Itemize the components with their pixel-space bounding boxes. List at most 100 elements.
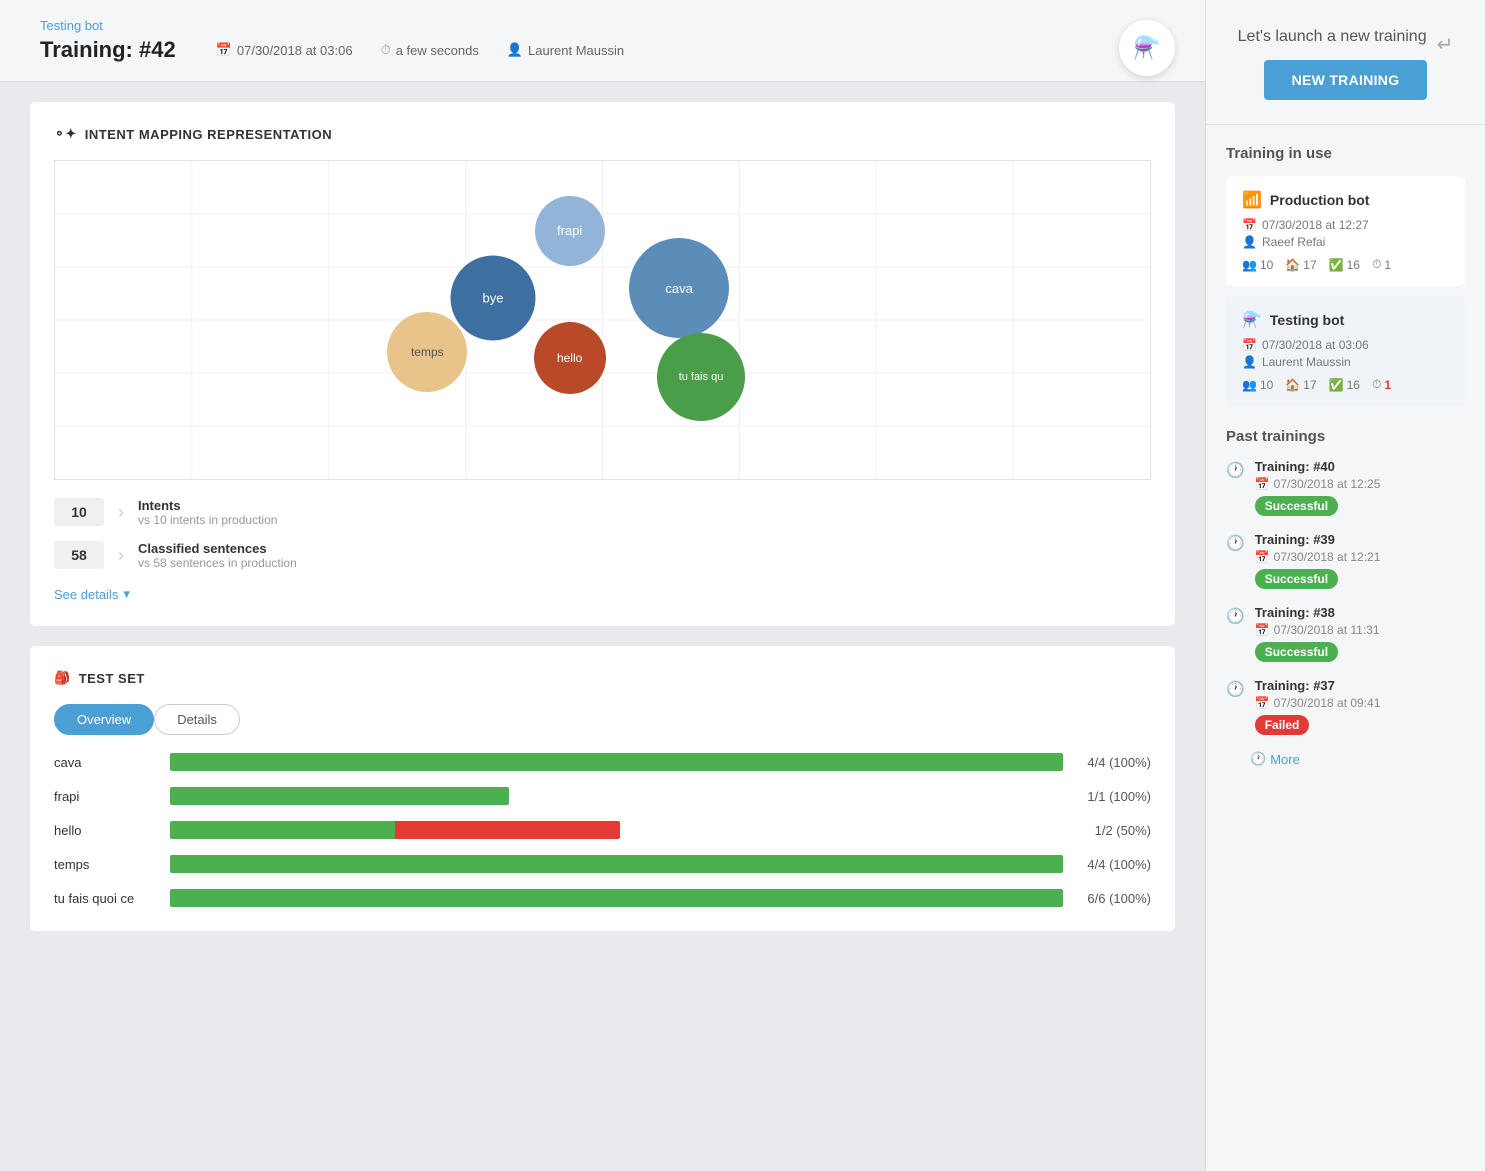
test-set-card: 🎒 TEST SET Overview Details cava 4/4 (10… (30, 646, 1175, 931)
past-trainings-title: Past trainings (1226, 428, 1465, 445)
intent-mapping-title: ⚬✦ INTENT MAPPING REPRESENTATION (54, 126, 1151, 142)
bubble-hello: hello (534, 322, 606, 394)
tab-details[interactable]: Details (154, 704, 240, 735)
prod-stat-home: 🏠 17 (1285, 257, 1316, 272)
test-score-cava: 4/4 (100%) (1087, 755, 1151, 770)
cal-icon-39: 📅 (1255, 550, 1270, 564)
test-label-frapi: frapi (54, 789, 154, 804)
test-stat-clock: ⏱ 1 (1372, 377, 1391, 392)
test-date-row: 📅 07/30/2018 at 03:06 (1242, 338, 1449, 352)
bubble-bye: bye (451, 255, 536, 340)
past-item-39: 🕐 Training: #39 📅 07/30/2018 at 12:21 Su… (1226, 532, 1465, 589)
cal-icon-37: 📅 (1255, 696, 1270, 710)
training-card-production: 📶 Production bot 📅 07/30/2018 at 12:27 👤… (1226, 176, 1465, 286)
test-row-temps: temps 4/4 (100%) (54, 855, 1151, 873)
new-training-button[interactable]: NEW TRAINING (1264, 60, 1428, 100)
past-name-40: Training: #40 (1255, 459, 1381, 474)
badge-39: Successful (1255, 569, 1338, 589)
test-bar-frapi (170, 787, 1063, 805)
stat-sentences-sub: vs 58 sentences in production (138, 556, 297, 570)
badge-37: Failed (1255, 715, 1310, 735)
calendar-icon: 📅 (216, 42, 232, 58)
prod-user-row: 👤 Raeef Refai (1242, 235, 1449, 249)
bubble-chart: frapi bye cava temps hello tu fais qu (54, 160, 1151, 480)
test-stats: 👥 10 🏠 17 ✅ 16 ⏱ 1 (1242, 377, 1449, 392)
testing-bot-name: Testing bot (1270, 312, 1344, 328)
clock-icon: ⏱ (381, 42, 391, 58)
bar-green-hello (170, 821, 395, 839)
people-icon-prod: 👥 (1242, 258, 1257, 272)
past-name-39: Training: #39 (1255, 532, 1381, 547)
bot-name: Testing bot (40, 18, 624, 33)
past-name-37: Training: #37 (1255, 678, 1381, 693)
prod-stat-check: ✅ 16 (1329, 257, 1360, 272)
cal-icon-test: 📅 (1242, 338, 1257, 352)
intent-stats: 10 › Intents vs 10 intents in production… (54, 498, 1151, 570)
history-icon-38: 🕐 (1226, 607, 1245, 625)
header-meta: 📅 07/30/2018 at 03:06 ⏱ a few seconds 👤 … (216, 42, 624, 58)
bar-green-temps (170, 855, 1063, 873)
header-duration: ⏱ a few seconds (381, 42, 479, 58)
stat-intents: 10 › Intents vs 10 intents in production (54, 498, 1151, 527)
user-icon-prod: 👤 (1242, 235, 1257, 249)
test-row-hello: hello 1/2 (50%) (54, 821, 1151, 839)
wifi-icon: 📶 (1242, 190, 1262, 210)
page-title: Training: #42 (40, 37, 176, 63)
chevron-down-icon: ▾ (123, 586, 130, 602)
bubble-cava: cava (629, 238, 729, 338)
past-date-38: 📅 07/30/2018 at 11:31 (1255, 623, 1380, 637)
check-icon-test: ✅ (1329, 378, 1344, 392)
test-set-title: 🎒 TEST SET (54, 670, 1151, 686)
test-label-cava: cava (54, 755, 154, 770)
people-icon-test: 👥 (1242, 378, 1257, 392)
sidebar: Let's launch a new training ↵ NEW TRAINI… (1205, 0, 1485, 1171)
stat-sentences: 58 › Classified sentences vs 58 sentence… (54, 541, 1151, 570)
history-icon-40: 🕐 (1226, 461, 1245, 479)
test-bar-temps (170, 855, 1063, 873)
flask-button[interactable]: ⚗️ (1119, 20, 1175, 76)
prod-stat-clock: ⏱ 1 (1372, 257, 1391, 272)
header-user: 👤 Laurent Maussin (507, 42, 624, 58)
check-icon-prod: ✅ (1329, 258, 1344, 272)
home-icon-prod: 🏠 (1285, 258, 1300, 272)
test-label-hello: hello (54, 823, 154, 838)
enter-icon: ↵ (1437, 32, 1454, 57)
stat-sentences-value: 58 (54, 541, 104, 569)
test-user-row: 👤 Laurent Maussin (1242, 355, 1449, 369)
arrow-icon: › (118, 502, 124, 523)
user-icon: 👤 (507, 42, 523, 58)
see-details-link[interactable]: See details ▾ (54, 586, 1151, 602)
cal-icon-38: 📅 (1255, 623, 1270, 637)
more-link[interactable]: 🕐 More (1226, 751, 1465, 767)
history-icon-more: 🕐 (1250, 751, 1266, 767)
training-card-testing: ⚗️ Testing bot 📅 07/30/2018 at 03:06 👤 L… (1226, 296, 1465, 406)
new-training-title: Let's launch a new training (1238, 28, 1427, 46)
badge-38: Successful (1255, 642, 1338, 662)
cal-icon-40: 📅 (1255, 477, 1270, 491)
test-score-temps: 4/4 (100%) (1087, 857, 1151, 872)
past-date-40: 📅 07/30/2018 at 12:25 (1255, 477, 1381, 491)
prod-stat-people: 👥 10 (1242, 257, 1273, 272)
past-item-37: 🕐 Training: #37 📅 07/30/2018 at 09:41 Fa… (1226, 678, 1465, 735)
test-score-frapi: 1/1 (100%) (1087, 789, 1151, 804)
flask-icon: ⚗️ (1133, 35, 1160, 61)
page-header: Testing bot Training: #42 📅 07/30/2018 a… (0, 0, 1205, 82)
intent-mapping-card: ⚬✦ INTENT MAPPING REPRESENTATION (30, 102, 1175, 626)
clock-icon-test: ⏱ (1372, 377, 1381, 392)
test-icon: 🎒 (54, 670, 71, 686)
stat-intents-label: Intents (138, 498, 277, 513)
bar-red-hello (395, 821, 620, 839)
tab-overview[interactable]: Overview (54, 704, 154, 735)
stat-intents-sub: vs 10 intents in production (138, 513, 277, 527)
badge-40: Successful (1255, 496, 1338, 516)
prod-stats: 👥 10 🏠 17 ✅ 16 ⏱ 1 (1242, 257, 1449, 272)
test-label-tufais: tu fais quoi ce (54, 891, 154, 906)
stat-sentences-label: Classified sentences (138, 541, 297, 556)
test-row-tufais: tu fais quoi ce 6/6 (100%) (54, 889, 1151, 907)
test-bar-cava (170, 753, 1063, 771)
home-icon-test: 🏠 (1285, 378, 1300, 392)
bar-green-frapi (170, 787, 509, 805)
bubble-tufais: tu fais qu (657, 333, 745, 421)
test-score-hello: 1/2 (50%) (1095, 823, 1151, 838)
test-score-tufais: 6/6 (100%) (1087, 891, 1151, 906)
